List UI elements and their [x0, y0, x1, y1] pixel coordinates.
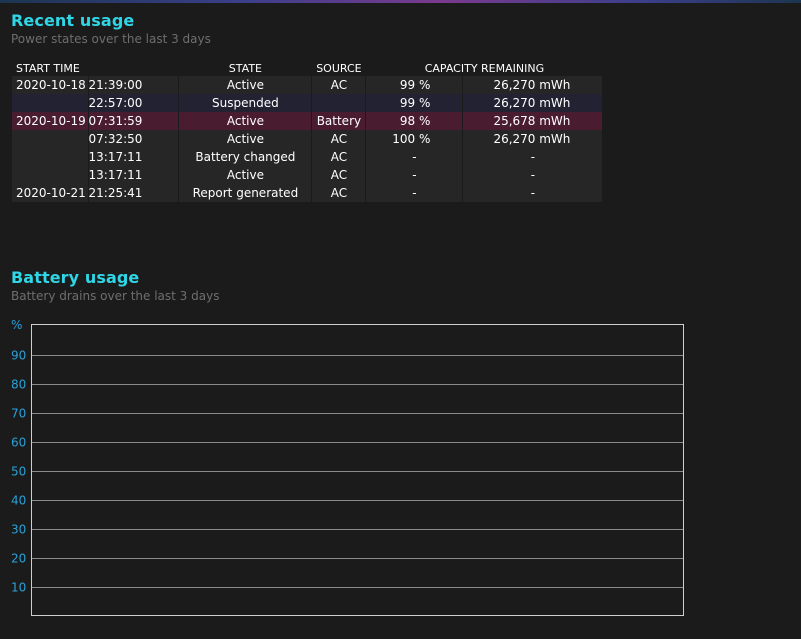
y-tick-label: 40: [11, 494, 26, 508]
battery-drain-chart: % 90 80 70 60 50 40 30 20 10: [0, 310, 700, 624]
row-source: AC: [311, 184, 367, 202]
row-time: 22:57:00: [88, 94, 180, 112]
battery-usage-subtitle: Battery drains over the last 3 days: [11, 289, 220, 303]
row-capacity: -: [462, 166, 604, 184]
row-source: AC: [311, 130, 367, 148]
header-start-time: START TIME: [16, 61, 80, 75]
row-capacity: 26,270 mWh: [462, 130, 604, 148]
row-source: AC: [311, 76, 367, 94]
row-date: [12, 166, 89, 184]
row-time: 13:17:11: [88, 166, 180, 184]
chart-gridlines: [32, 355, 683, 588]
row-time: 21:39:00: [88, 76, 180, 94]
row-time: 07:32:50: [88, 130, 180, 148]
row-state: Active: [178, 166, 313, 184]
row-state: Active: [178, 112, 313, 130]
row-time: 07:31:59: [88, 112, 180, 130]
table-row: 2020-10-19 07:31:59 Active Battery 98 % …: [12, 112, 604, 130]
row-percent: 98 %: [365, 112, 464, 130]
table-row: 2020-10-18 21:39:00 Active AC 99 % 26,27…: [12, 76, 604, 94]
table-row: 13:17:11 Battery changed AC - -: [12, 148, 604, 166]
row-state: Suspended: [178, 94, 313, 112]
row-percent: -: [365, 148, 464, 166]
row-state: Battery changed: [178, 148, 313, 166]
table-header-row: START TIME STATE SOURCE CAPACITY REMAINI…: [12, 60, 603, 76]
y-tick-label: 20: [11, 552, 26, 566]
recent-usage-table: START TIME STATE SOURCE CAPACITY REMAINI…: [12, 60, 604, 202]
row-capacity: -: [462, 184, 604, 202]
row-percent: -: [365, 184, 464, 202]
y-tick-label: 80: [11, 378, 26, 392]
table-row: 22:57:00 Suspended 99 % 26,270 mWh: [12, 94, 604, 112]
y-tick-label: 70: [11, 407, 26, 421]
row-source: [311, 94, 367, 112]
row-capacity: 25,678 mWh: [462, 112, 604, 130]
row-time: 13:17:11: [88, 148, 180, 166]
row-date: [12, 148, 89, 166]
row-percent: -: [365, 166, 464, 184]
y-tick-label: 50: [11, 465, 26, 479]
y-tick-label: 30: [11, 523, 26, 537]
row-state: Active: [178, 76, 313, 94]
y-tick-label: 10: [11, 581, 26, 595]
chart-plot-frame: [31, 324, 684, 616]
row-date: [12, 130, 89, 148]
header-capacity-remaining: CAPACITY REMAINING: [424, 61, 545, 75]
row-source: Battery: [311, 112, 367, 130]
y-axis-ticks: 90 80 70 60 50 40 30 20 10: [11, 349, 26, 595]
y-tick-label: 90: [11, 349, 26, 363]
header-source: SOURCE: [316, 61, 362, 75]
window-accent-bar: [0, 0, 801, 3]
row-date: 2020-10-19: [12, 112, 89, 130]
recent-usage-title: Recent usage: [11, 11, 135, 30]
row-capacity: -: [462, 148, 604, 166]
row-capacity: 26,270 mWh: [462, 76, 604, 94]
row-state: Active: [178, 130, 313, 148]
row-source: AC: [311, 148, 367, 166]
y-axis-unit-label: %: [11, 318, 22, 332]
battery-usage-title: Battery usage: [11, 268, 140, 287]
row-date: 2020-10-21: [12, 184, 89, 202]
battery-drain-chart-svg: % 90 80 70 60 50 40 30 20 10: [11, 318, 684, 616]
recent-usage-subtitle: Power states over the last 3 days: [11, 32, 211, 46]
row-capacity: 26,270 mWh: [462, 94, 604, 112]
table-row: 07:32:50 Active AC 100 % 26,270 mWh: [12, 130, 604, 148]
header-state: STATE: [228, 61, 262, 75]
row-state: Report generated: [178, 184, 313, 202]
table-row: 2020-10-21 21:25:41 Report generated AC …: [12, 184, 604, 202]
row-percent: 99 %: [365, 76, 464, 94]
row-time: 21:25:41: [88, 184, 180, 202]
row-source: AC: [311, 166, 367, 184]
row-percent: 100 %: [365, 130, 464, 148]
table-row: 13:17:11 Active AC - -: [12, 166, 604, 184]
y-tick-label: 60: [11, 436, 26, 450]
row-date: 2020-10-18: [12, 76, 89, 94]
row-percent: 99 %: [365, 94, 464, 112]
row-date: [12, 94, 89, 112]
